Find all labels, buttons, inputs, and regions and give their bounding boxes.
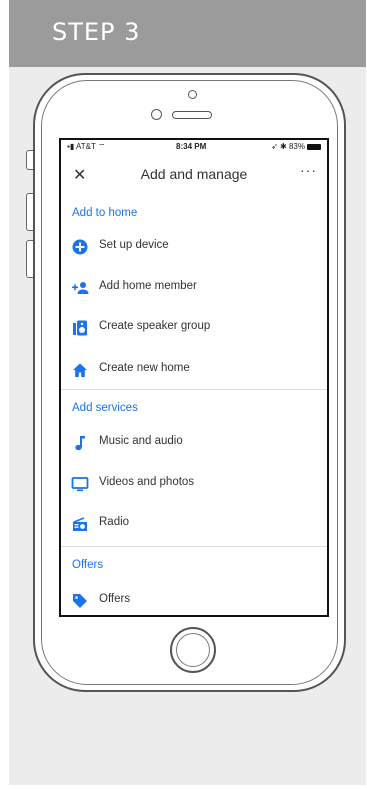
menu-item-add-home-member[interactable]: Add home member: [61, 270, 327, 306]
earpiece-dot: [188, 90, 197, 99]
tag-icon: [73, 594, 87, 608]
divider: [61, 389, 327, 390]
volume-up-button: [26, 193, 33, 231]
section-header-offers: Offers: [72, 559, 104, 571]
earpiece-speaker: [172, 111, 212, 119]
radio-icon: [73, 517, 87, 531]
menu-item-set-up-device[interactable]: Set up device: [61, 229, 327, 265]
phone-screen: ▪▮ AT&T ⌔ 8:34 PM ➶ ✱ 83% ✕ Add and mana…: [59, 138, 329, 617]
home-button: [170, 627, 216, 673]
carrier-status: ▪▮ AT&T ⌔: [67, 142, 106, 152]
menu-item-label: Videos and photos: [99, 476, 195, 488]
menu-item-label: Offers: [99, 593, 131, 605]
battery-percent: 83%: [288, 142, 305, 151]
app-bar: ✕ Add and manage ···: [61, 154, 327, 194]
menu-item-label: Set up device: [99, 239, 169, 251]
menu-item-offers[interactable]: Offers: [61, 583, 327, 615]
music-note-icon: [75, 436, 85, 451]
carrier-name: AT&T: [76, 142, 96, 151]
speaker-group-icon: [73, 320, 87, 336]
add-person-icon: [72, 282, 89, 294]
status-bar: ▪▮ AT&T ⌔ 8:34 PM ➶ ✱ 83%: [61, 140, 327, 154]
bluetooth-icon: ✱: [280, 142, 287, 151]
menu-item-label: Radio: [99, 516, 130, 528]
battery-status: ➶ ✱ 83%: [271, 142, 321, 151]
mute-switch: [26, 150, 33, 170]
menu-item-create-speaker-group[interactable]: Create speaker group: [61, 310, 327, 346]
menu-item-create-new-home[interactable]: Create new home: [61, 352, 327, 388]
volume-down-button: [26, 240, 33, 278]
page-title: Add and manage: [140, 166, 248, 182]
menu-item-label: Music and audio: [99, 435, 183, 447]
menu-item-radio[interactable]: Radio: [61, 506, 327, 542]
step-label: STEP 3: [52, 18, 141, 46]
wifi-icon: ⌔: [97, 142, 106, 151]
menu-item-music-and-audio[interactable]: Music and audio: [61, 425, 327, 461]
home-icon: [73, 363, 87, 377]
battery-icon: [307, 143, 321, 150]
front-camera: [151, 109, 162, 120]
home-button-ring: [176, 633, 210, 667]
menu-item-videos-and-photos[interactable]: Videos and photos: [61, 466, 327, 502]
section-header-add-services: Add services: [72, 402, 138, 414]
more-icon[interactable]: ···: [300, 162, 317, 178]
status-time: 8:34 PM: [176, 142, 207, 151]
menu-item-label: Create new home: [99, 362, 190, 374]
add-circle-icon: [72, 239, 88, 255]
tv-icon: [71, 477, 89, 492]
menu-item-label: Add home member: [99, 280, 197, 292]
signal-icon: ▪▮: [67, 142, 75, 151]
divider: [61, 546, 327, 547]
location-icon: ➶: [271, 142, 278, 151]
menu-item-label: Create speaker group: [99, 320, 211, 332]
section-header-add-to-home: Add to home: [72, 207, 138, 219]
